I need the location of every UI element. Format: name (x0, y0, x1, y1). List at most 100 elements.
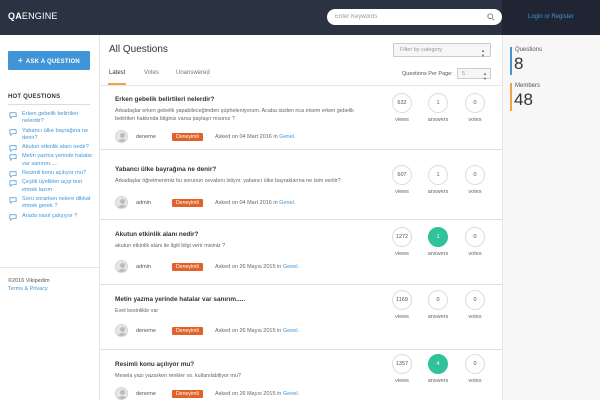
asked-date: Asked on 26 Mayıs 2015 in (215, 264, 282, 270)
chat-icon (9, 145, 17, 153)
hot-question-item[interactable]: Erken gebelik belirtileri nelerdir? (8, 111, 98, 126)
views-count: 607 (392, 165, 412, 185)
hot-question-link[interactable]: Akutun etkinlik alanı nedir? (22, 144, 89, 150)
terms-privacy-link[interactable]: Terms & Privacy (8, 286, 48, 292)
answers-count: 0 (428, 290, 448, 310)
views-label: views (395, 117, 409, 123)
question-item: Yabancı ülke bayrağına ne denir? Arkadaş… (100, 156, 502, 220)
views-count: 1169 (392, 290, 412, 310)
user-avatar-icon[interactable] (115, 196, 128, 209)
question-title[interactable]: Resimli konu açılıyor mu? (115, 361, 194, 368)
caret-down-icon: ▲ ▼ (483, 71, 487, 81)
votes-count: 0 (465, 227, 485, 247)
asked-date: Asked on 26 Mayıs 2015 in (215, 328, 282, 334)
category-link[interactable]: Genel. (279, 134, 295, 140)
category-link[interactable]: Genel. (283, 391, 299, 397)
user-avatar-icon[interactable] (115, 324, 128, 337)
hot-question-link[interactable]: Erken gebelik belirtileri nelerdir? (22, 111, 78, 124)
per-page-select[interactable]: 5 ▲ ▼ (457, 68, 491, 81)
sidebar-footer: ©2016 Vikipedim Terms & Privacy (8, 277, 50, 293)
hot-question-link[interactable]: Çeşitli üyelikler açıp test etmek lazım (22, 179, 82, 192)
votes-count: 0 (465, 165, 485, 185)
category-link[interactable]: Genel. (279, 200, 295, 206)
user-badge: Deneyimli (172, 199, 203, 207)
per-page-label: Questions Per Page: (402, 71, 453, 77)
hot-question-link[interactable]: Yabancı ülke bayrağına ne denir? (22, 128, 88, 141)
user-avatar-icon[interactable] (115, 130, 128, 143)
votes-count: 0 (465, 354, 485, 374)
login-register-link[interactable]: Login or Register (528, 14, 574, 20)
category-filter-select[interactable]: Filter by category ▲ ▼ (393, 43, 491, 58)
asked-info: Asked on 26 Mayıs 2015 in Genel. (215, 391, 299, 397)
chat-icon (9, 213, 17, 221)
hot-questions-heading: HOT QUESTIONS (8, 94, 61, 100)
user-avatar-icon[interactable] (115, 260, 128, 273)
ask-question-button[interactable]: + ASK A QUESTION (8, 51, 90, 70)
category-link[interactable]: Genel. (283, 328, 299, 334)
ask-question-label: ASK A QUESTION (25, 59, 80, 65)
page-title: All Questions (109, 44, 168, 55)
asked-date: Asked on 04 Mart 2016 in (215, 200, 278, 206)
author-name[interactable]: deneme (136, 328, 156, 334)
search-icon[interactable] (487, 13, 495, 21)
asked-info: Asked on 26 Mayıs 2015 in Genel. (215, 264, 299, 270)
chat-icon (9, 197, 17, 204)
user-avatar-icon[interactable] (115, 387, 128, 400)
question-title[interactable]: Metin yazma yerinde hatalar var sanırım.… (115, 296, 245, 303)
caret-down-icon: ▲ ▼ (481, 48, 485, 58)
main-content: All Questions Filter by category ▲ ▼ Lates… (100, 35, 502, 400)
views-label: views (395, 251, 409, 257)
answers-count: 1 (428, 165, 448, 185)
user-badge: Deneyimli (172, 263, 203, 271)
right-stats-panel: Questions 8 Members 48 (502, 35, 600, 400)
hot-question-item[interactable]: Yabancı ülke bayrağına ne denir? (8, 128, 98, 143)
answers-label: answers (427, 117, 449, 123)
hot-question-link[interactable]: Resimli konu açılıyor mu? (22, 170, 86, 176)
question-excerpt: Arkadaşlar erken gebelik yapabileceğimde… (115, 108, 354, 122)
views-count: 1272 (392, 227, 412, 247)
votes-label: votes (468, 314, 482, 320)
answers-label: answers (427, 251, 449, 257)
members-accent-bar (510, 83, 512, 111)
tab-votes[interactable]: Votes (144, 70, 159, 76)
answers-label: answers (427, 314, 449, 320)
hot-questions-list: Erken gebelik belirtileri nelerdir? Yaba… (8, 111, 98, 222)
tab-unanswered[interactable]: Unanswered (176, 70, 210, 76)
author-name[interactable]: deneme (136, 134, 156, 140)
question-excerpt: Evet kesinlikle var (115, 308, 159, 314)
category-link[interactable]: Genel. (283, 264, 299, 270)
question-title[interactable]: Akutun etkinlik alanı nedir? (115, 231, 198, 238)
views-label: views (395, 378, 409, 384)
hot-question-item[interactable]: Akutun etkinlik alanı nedir? (8, 144, 98, 153)
question-excerpt: Mesela yazı yazarken renkler vs. kullanı… (115, 373, 241, 379)
question-title[interactable]: Erken gebelik belirtileri nelerdir? (115, 96, 214, 103)
chat-icon (9, 112, 17, 119)
answers-label: answers (427, 189, 449, 195)
hot-question-item[interactable]: Soru sorarken nelere dikkat etmek gerek … (8, 196, 98, 211)
question-title[interactable]: Yabancı ülke bayrağına ne denir? (115, 166, 216, 173)
tab-latest[interactable]: Latest (109, 70, 125, 76)
hot-question-item[interactable]: Arada nasıl çalışıyor ? (8, 213, 98, 221)
asked-date: Asked on 04 Mart 2016 in (215, 134, 278, 140)
views-label: views (395, 189, 409, 195)
user-badge: Deneyimli (172, 390, 203, 398)
author-name[interactable]: admin (136, 200, 151, 206)
questions-stat-value: 8 (514, 54, 524, 73)
author-name[interactable]: admin (136, 264, 151, 270)
hot-question-link[interactable]: Arada nasıl çalışıyor ? (22, 213, 77, 219)
hot-question-item[interactable]: Çeşitli üyelikler açıp test etmek lazım (8, 179, 98, 194)
search-input[interactable] (327, 9, 502, 25)
hot-question-link[interactable]: Soru sorarken nelere dikkat etmek gerek … (22, 196, 90, 209)
asked-info: Asked on 26 Mayıs 2015 in Genel. (215, 328, 299, 334)
author-name[interactable]: deneme (136, 391, 156, 397)
answers-label: answers (427, 378, 449, 384)
hot-question-link[interactable]: Metin yazma yerinde hatalar var sanırım.… (22, 153, 92, 166)
question-item: Metin yazma yerinde hatalar var sanırım.… (100, 286, 502, 350)
hot-question-item[interactable]: Resimli konu açılıyor mu? (8, 170, 98, 179)
hot-question-item[interactable]: Metin yazma yerinde hatalar var sanırım.… (8, 153, 98, 168)
views-label: views (395, 314, 409, 320)
site-logo[interactable]: QAENGINE (8, 11, 58, 21)
votes-label: votes (468, 189, 482, 195)
chat-icon (9, 154, 17, 162)
answers-count: 4 (428, 354, 448, 374)
